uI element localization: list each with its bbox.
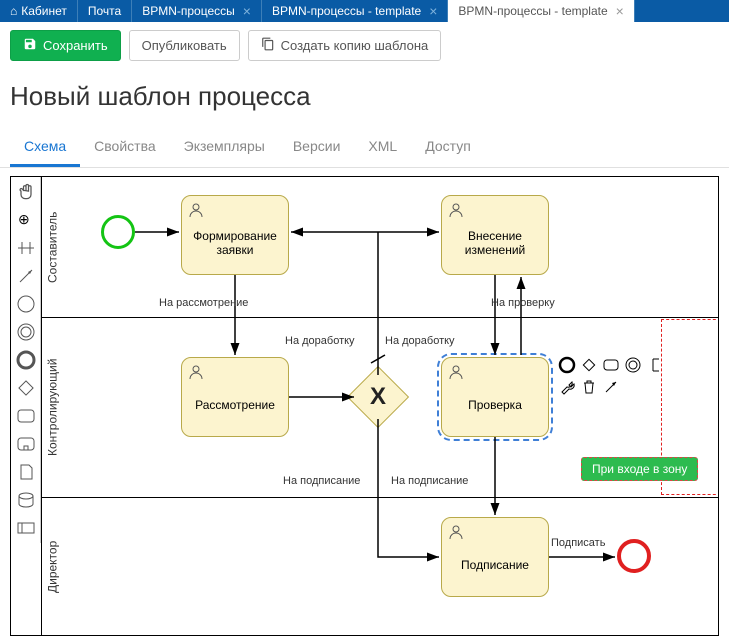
nav-mail[interactable]: Почта — [78, 0, 132, 22]
data-store-icon[interactable] — [14, 489, 38, 511]
append-task-icon[interactable] — [601, 355, 621, 375]
tab-bpmn-3[interactable]: BPMN-процессы - template× — [448, 0, 634, 22]
home-icon: ⌂ — [10, 4, 17, 18]
tab-versions[interactable]: Версии — [279, 128, 355, 167]
zone-entry-badge[interactable]: При входе в зону — [581, 457, 698, 481]
start-event-icon[interactable] — [14, 293, 38, 315]
tab-bpmn-1[interactable]: BPMN-процессы× — [132, 0, 262, 22]
task-label: Рассмотрение — [195, 398, 275, 412]
close-icon[interactable]: × — [616, 3, 624, 19]
wrench-icon[interactable] — [557, 377, 577, 397]
flow-label: На подписание — [391, 475, 468, 487]
lane-1: Составитель — [41, 177, 718, 317]
user-icon — [188, 364, 204, 383]
tab-bpmn-2[interactable]: BPMN-процессы - template× — [262, 0, 448, 22]
gateway-x-label: X — [356, 375, 400, 419]
tab-instances[interactable]: Экземпляры — [170, 128, 279, 167]
append-gateway-icon[interactable] — [579, 355, 599, 375]
lane-label: Контролирующий — [41, 317, 63, 497]
annotation-icon[interactable] — [645, 355, 665, 375]
diagram-canvas[interactable]: ⊕ Составитель Контролирующий Директор — [10, 176, 719, 636]
page-title: Новый шаблон процесса — [0, 69, 729, 128]
participant-icon[interactable] — [14, 517, 38, 539]
data-object-icon[interactable] — [14, 461, 38, 483]
section-tabs: Схема Свойства Экземпляры Версии XML Дос… — [0, 128, 729, 168]
lane-label: Директор — [41, 497, 63, 635]
task-label: Формирование заявки — [190, 229, 280, 257]
end-event[interactable] — [617, 539, 651, 573]
flow-label: На рассмотрение — [159, 297, 248, 309]
user-icon — [188, 202, 204, 221]
top-bar: ⌂Кабинет Почта BPMN-процессы× BPMN-проце… — [0, 0, 729, 22]
task-icon[interactable] — [14, 405, 38, 427]
flow-label: Подписать — [551, 537, 605, 549]
hand-tool-icon[interactable] — [14, 181, 38, 203]
lane-label: Составитель — [41, 177, 63, 317]
close-icon[interactable]: × — [429, 3, 437, 19]
flow-label: На проверку — [491, 297, 555, 309]
connect-tool-icon[interactable] — [14, 265, 38, 287]
tab-schema[interactable]: Схема — [10, 128, 80, 167]
user-icon — [448, 202, 464, 221]
copy-template-button[interactable]: Создать копию шаблона — [248, 30, 442, 61]
lane-3: Директор — [41, 497, 718, 635]
user-icon — [448, 364, 464, 383]
task-changes[interactable]: Внесение изменений — [441, 195, 549, 275]
space-tool-icon[interactable] — [14, 237, 38, 259]
task-label: Внесение изменений — [450, 229, 540, 257]
start-event[interactable] — [101, 215, 135, 249]
diagram-surface[interactable]: Составитель Контролирующий Директор Форм… — [41, 177, 718, 635]
append-intermediate-icon[interactable] — [623, 355, 643, 375]
publish-button[interactable]: Опубликовать — [129, 30, 240, 61]
task-label: Подписание — [461, 558, 529, 572]
action-toolbar: Сохранить Опубликовать Создать копию шаб… — [0, 22, 729, 69]
tab-properties[interactable]: Свойства — [80, 128, 169, 167]
subprocess-icon[interactable] — [14, 433, 38, 455]
intermediate-event-icon[interactable] — [14, 321, 38, 343]
task-check[interactable]: Проверка — [441, 357, 549, 437]
flow-label: На доработку — [385, 335, 455, 347]
task-review[interactable]: Рассмотрение — [181, 357, 289, 437]
lasso-tool-icon[interactable]: ⊕ — [14, 209, 38, 231]
flow-label: На подписание — [283, 475, 360, 487]
task-form[interactable]: Формирование заявки — [181, 195, 289, 275]
tool-palette: ⊕ — [11, 177, 41, 543]
end-event-icon[interactable] — [14, 349, 38, 371]
tab-xml[interactable]: XML — [354, 128, 411, 167]
tab-access[interactable]: Доступ — [411, 128, 485, 167]
context-pad — [557, 355, 677, 397]
nav-cabinet[interactable]: ⌂Кабинет — [0, 0, 78, 22]
save-icon — [23, 37, 37, 54]
close-icon[interactable]: × — [243, 3, 251, 19]
flow-label: На доработку — [285, 335, 355, 347]
append-end-event-icon[interactable] — [557, 355, 577, 375]
connect-icon[interactable] — [601, 377, 621, 397]
trash-icon[interactable] — [579, 377, 599, 397]
gateway-icon[interactable] — [14, 377, 38, 399]
gateway-exclusive[interactable]: X — [356, 375, 400, 419]
save-button[interactable]: Сохранить — [10, 30, 121, 61]
task-sign[interactable]: Подписание — [441, 517, 549, 597]
copy-icon — [261, 37, 275, 54]
user-icon — [448, 524, 464, 543]
task-label: Проверка — [468, 398, 522, 412]
svg-text:⊕: ⊕ — [18, 211, 30, 227]
